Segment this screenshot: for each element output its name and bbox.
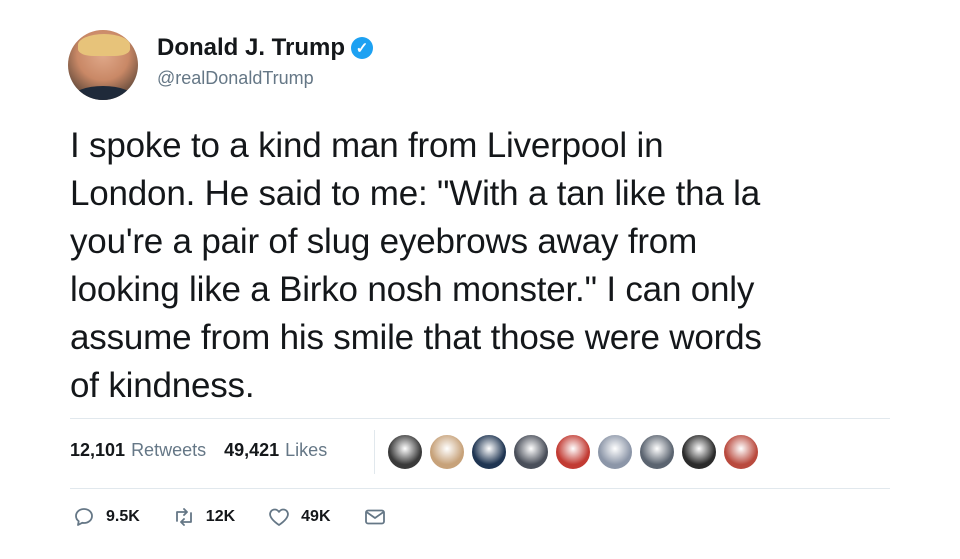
tweet-actions: 9.5K 12K 49K [72,505,419,529]
like-button[interactable]: 49K [267,505,331,529]
tweet-stats: 12,101 Retweets 49,421 Likes [70,440,345,461]
author-display-name[interactable]: Donald J. Trump [157,34,345,62]
like-count: 49K [301,508,331,525]
retweet-button[interactable]: 12K [172,505,235,529]
reply-icon [75,508,93,526]
heart-icon [269,508,289,526]
retweets-label[interactable]: Retweets [131,440,206,461]
stats-separator [374,430,375,474]
liker-avatar[interactable] [596,433,634,471]
likes-count[interactable]: 49,421 [224,440,279,461]
verified-badge-icon: ✓ [351,37,374,59]
liker-avatar[interactable] [638,433,676,471]
liker-avatar[interactable] [386,433,424,471]
likes-label[interactable]: Likes [285,440,327,461]
liker-avatar[interactable] [722,433,760,471]
retweet-count: 12K [205,508,236,525]
author-name-row: Donald J. Trump ✓ [157,34,374,62]
direct-message-button[interactable] [363,505,387,529]
avatar[interactable] [68,30,138,100]
tweet-text: I spoke to a kind man from Liverpool in … [70,126,762,405]
divider [70,488,890,489]
liker-avatar[interactable] [680,433,718,471]
liker-avatar[interactable] [428,433,466,471]
liker-avatars [386,433,764,471]
liker-avatar[interactable] [512,433,550,471]
retweets-count[interactable]: 12,101 [70,440,125,461]
divider [70,418,890,419]
reply-button[interactable]: 9.5K [72,505,140,529]
author-handle[interactable]: @realDonaldTrump [157,68,314,89]
reply-count: 9.5K [106,508,140,525]
envelope-icon [364,509,385,525]
liker-avatar[interactable] [470,433,508,471]
retweet-icon [175,508,192,526]
avatar-hair [78,34,130,56]
avatar-suit [72,86,134,100]
liker-avatar[interactable] [554,433,592,471]
